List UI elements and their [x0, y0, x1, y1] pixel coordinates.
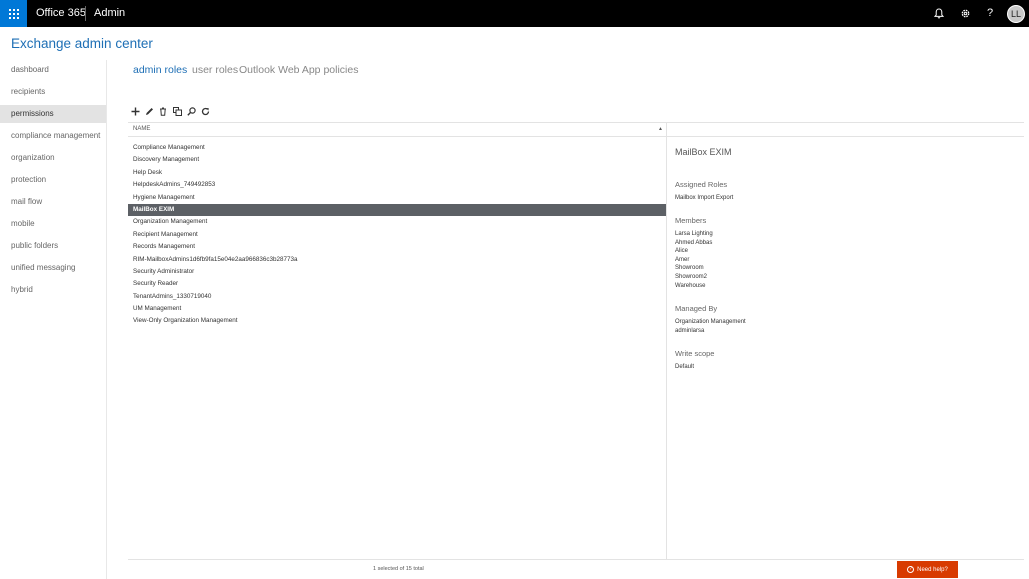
copy-icon	[172, 106, 182, 116]
list-item[interactable]: Hygiene Management	[128, 192, 666, 204]
section-name[interactable]: Admin	[94, 7, 125, 19]
nav-item-compliance-management[interactable]: compliance management	[0, 127, 106, 145]
add-icon	[131, 107, 139, 115]
list-item[interactable]: TenantAdmins_1330719040	[128, 291, 666, 303]
list-item[interactable]: Records Management	[128, 241, 666, 253]
list-item[interactable]: Recipient Management	[128, 229, 666, 241]
member-item: Alice	[675, 248, 689, 255]
delete-button[interactable]	[158, 105, 168, 117]
managed-by-item: Organization Management	[675, 319, 746, 325]
refresh-button[interactable]	[200, 105, 210, 117]
list-item[interactable]: Compliance Management	[128, 142, 666, 154]
edit-button[interactable]	[144, 105, 154, 117]
tab-user-roles[interactable]: user roles	[192, 64, 238, 76]
nav-item-dashboard[interactable]: dashboard	[0, 61, 106, 79]
nav-item-recipients[interactable]: recipients	[0, 83, 106, 101]
toolbar	[130, 105, 210, 117]
bell-icon	[934, 7, 944, 18]
nav-item-protection[interactable]: protection	[0, 171, 106, 189]
app-launcher-button[interactable]	[0, 0, 27, 27]
list-item[interactable]: Help Desk	[128, 167, 666, 179]
tab-admin-roles[interactable]: admin roles	[133, 64, 187, 76]
need-help-button[interactable]: ? Need help?	[897, 561, 958, 578]
nav-item-public-folders[interactable]: public folders	[0, 237, 106, 255]
role-list: Compliance Management Discovery Manageme…	[128, 142, 666, 328]
details-header	[666, 122, 1024, 137]
footer-divider	[128, 559, 1024, 560]
nav-item-organization[interactable]: organization	[0, 149, 106, 167]
app-launcher-icon	[8, 8, 19, 19]
page-title: Exchange admin center	[11, 36, 153, 51]
list-item[interactable]: HelpdeskAdmins_749492853	[128, 179, 666, 191]
write-scope-value: Default	[675, 364, 695, 370]
member-item: Showroom2	[675, 274, 708, 280]
avatar[interactable]: LL	[1007, 5, 1025, 23]
nav-item-unified-messaging[interactable]: unified messaging	[0, 259, 106, 277]
managed-by-item: adminlarsa	[675, 327, 705, 334]
top-bar: Office 365 Admin ? LL	[0, 0, 1029, 27]
list-item[interactable]: Security Reader	[128, 278, 666, 290]
pane-divider	[666, 137, 667, 560]
managed-by-heading: Managed By	[675, 304, 718, 313]
question-circle-icon: ?	[907, 566, 915, 573]
edit-icon	[145, 107, 153, 115]
nav-item-mail-flow[interactable]: mail flow	[0, 193, 106, 211]
gear-icon	[961, 9, 969, 17]
member-item: Showroom	[675, 265, 704, 272]
selection-status: 1 selected of 15 total	[373, 566, 424, 572]
list-column-header[interactable]: NAME ▲	[128, 122, 666, 137]
topbar-divider	[85, 6, 86, 21]
list-item[interactable]: UM Management	[128, 303, 666, 315]
need-help-label: Need help?	[917, 566, 948, 573]
member-item: Amer	[675, 256, 690, 263]
refresh-icon	[201, 107, 209, 115]
nav-item-mobile[interactable]: mobile	[0, 215, 106, 233]
delete-icon	[160, 107, 166, 116]
assigned-role-value: Mailbox Import Export	[675, 195, 734, 201]
list-item[interactable]: Security Administrator	[128, 266, 666, 278]
notifications-button[interactable]	[931, 5, 947, 21]
details-title: MailBox EXIM	[675, 147, 732, 157]
help-button[interactable]: ?	[982, 5, 998, 21]
details-pane: MailBox EXIM Assigned Roles Mailbox Impo…	[675, 145, 1015, 370]
left-nav: dashboard recipients permissions complia…	[0, 60, 107, 579]
sort-ascending-icon: ▲	[658, 126, 663, 132]
search-button[interactable]	[186, 105, 196, 117]
list-item-selected[interactable]: MailBox EXIM	[128, 203, 666, 217]
list-item[interactable]: Discovery Management	[128, 154, 666, 166]
copy-button[interactable]	[172, 105, 182, 117]
member-item: Ahmed Abbas	[675, 239, 713, 246]
nav-item-hybrid[interactable]: hybrid	[0, 281, 106, 299]
add-button[interactable]	[130, 105, 140, 117]
brand-name[interactable]: Office 365	[36, 7, 86, 19]
list-item[interactable]: View-Only Organization Management	[128, 315, 666, 327]
member-item: Warehouse	[675, 282, 706, 289]
nav-item-permissions[interactable]: permissions	[0, 105, 106, 123]
list-item[interactable]: RIM-MailboxAdmins1d6fb9fa15e04e2aa966836…	[128, 254, 666, 266]
list-item[interactable]: Organization Management	[128, 216, 666, 228]
search-icon	[186, 106, 196, 116]
help-icon: ?	[986, 7, 994, 19]
write-scope-heading: Write scope	[675, 349, 715, 358]
members-heading: Members	[675, 216, 707, 225]
assigned-roles-heading: Assigned Roles	[675, 180, 728, 189]
tab-outlook-web-app-policies[interactable]: Outlook Web App policies	[239, 64, 358, 76]
member-item: Larsa Lighting	[675, 231, 713, 237]
settings-button[interactable]	[957, 5, 973, 21]
column-header-name: NAME	[133, 126, 151, 132]
